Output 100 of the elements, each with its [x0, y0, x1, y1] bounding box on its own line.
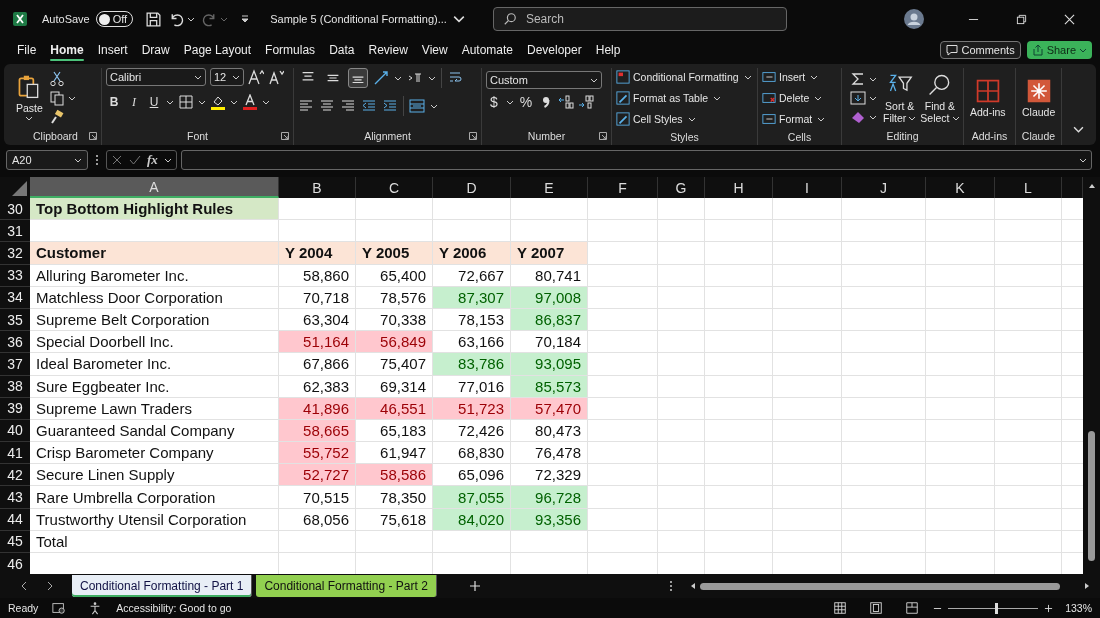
sheet-tab[interactable]: Conditional Formatting - Part 2	[256, 575, 437, 597]
styles-menu-button[interactable]: Conditional Formatting	[616, 68, 753, 86]
align-left-icon[interactable]	[298, 98, 314, 114]
caret-icon[interactable]	[506, 98, 514, 106]
column-header[interactable]: I	[773, 177, 842, 198]
font-size-dropdown[interactable]: 12	[210, 68, 244, 86]
styles-menu-button[interactable]: Cell Styles	[616, 110, 753, 128]
caret-icon[interactable]	[452, 13, 465, 25]
insert-function-button[interactable]: fx	[147, 152, 158, 168]
customize-toolbar-icon[interactable]	[240, 14, 251, 24]
scrollbar-thumb[interactable]	[700, 582, 1060, 590]
font-color-icon[interactable]	[242, 94, 258, 110]
enter-icon[interactable]	[129, 154, 141, 166]
claude-button[interactable]: Claude	[1020, 77, 1058, 118]
row-header[interactable]: 41	[0, 442, 30, 465]
sort-filter-button[interactable]: Sort & Filter	[881, 71, 919, 124]
row-header[interactable]: 32	[0, 242, 30, 265]
font-style-button[interactable]: U	[146, 95, 162, 109]
row-header[interactable]: 43	[0, 486, 30, 509]
caret-icon[interactable]	[166, 98, 174, 106]
fill-icon[interactable]	[850, 89, 866, 106]
save-icon[interactable]	[145, 10, 163, 28]
zoom-in-icon[interactable]	[1044, 603, 1054, 613]
font-style-button[interactable]: B	[106, 95, 122, 109]
row-header[interactable]: 35	[0, 308, 30, 332]
ribbon-tab[interactable]: Page Layout	[176, 39, 259, 61]
row-header[interactable]: 30	[0, 198, 30, 221]
cells-menu-button[interactable]: Insert	[762, 68, 837, 86]
font-name-dropdown[interactable]: Calibri	[106, 68, 206, 86]
collapse-ribbon-icon[interactable]	[1073, 124, 1084, 135]
expand-icon[interactable]	[1079, 156, 1087, 164]
cells-menu-button[interactable]: Delete	[762, 89, 837, 107]
caret-icon[interactable]	[198, 98, 206, 106]
dialog-launcher-icon[interactable]	[599, 132, 607, 140]
scroll-right-icon[interactable]	[1084, 582, 1090, 590]
caret-icon[interactable]	[430, 102, 438, 110]
currency-button[interactable]: $	[486, 94, 502, 110]
decrease-font-icon[interactable]	[268, 69, 284, 85]
zoom-level[interactable]: 133%	[1065, 602, 1092, 614]
avatar-icon[interactable]	[904, 9, 924, 29]
document-title[interactable]: Sample 5 (Conditional Formatting)...	[270, 13, 447, 25]
borders-icon[interactable]	[178, 94, 194, 110]
search-field[interactable]: Search	[492, 7, 787, 31]
format-painter-icon[interactable]	[48, 108, 65, 125]
caret-icon[interactable]	[230, 98, 238, 106]
caret-icon[interactable]	[163, 156, 172, 164]
ribbon-tab[interactable]: View	[414, 39, 455, 61]
column-header[interactable]: F	[588, 177, 658, 198]
vertical-scrollbar[interactable]	[1083, 177, 1100, 574]
share-button[interactable]: Share	[1026, 41, 1092, 59]
ribbon-tab[interactable]: Help	[588, 39, 628, 61]
decrease-indent-icon[interactable]	[361, 98, 377, 114]
find-select-button[interactable]: Find & Select	[918, 71, 962, 124]
row-header[interactable]: 45	[0, 530, 30, 553]
column-header[interactable]: D	[433, 177, 511, 198]
add-ins-button[interactable]: Add-ins	[968, 77, 1008, 118]
scroll-up-icon[interactable]	[1087, 183, 1096, 189]
column-header[interactable]: E	[511, 177, 588, 198]
row-header[interactable]: 31	[0, 220, 30, 243]
caret-icon[interactable]	[187, 15, 196, 23]
row-header[interactable]: 38	[0, 375, 30, 398]
row-header[interactable]: 33	[0, 264, 30, 287]
font-style-button[interactable]: I	[126, 94, 142, 110]
name-box[interactable]: A20	[6, 150, 88, 170]
merge-cells-icon[interactable]	[409, 98, 425, 114]
cancel-icon[interactable]	[111, 154, 123, 166]
macro-recorder-icon[interactable]	[52, 601, 67, 615]
ribbon-tab[interactable]: Developer	[520, 39, 589, 61]
orientation-icon[interactable]	[373, 70, 389, 86]
increase-indent-icon[interactable]	[382, 98, 398, 114]
column-header[interactable]: K	[926, 177, 995, 198]
row-header[interactable]: 42	[0, 464, 30, 487]
align-center-icon[interactable]	[319, 98, 335, 114]
dialog-launcher-icon[interactable]	[469, 132, 477, 140]
formula-input[interactable]	[180, 150, 1092, 170]
fill-color-icon[interactable]	[210, 94, 226, 110]
column-header[interactable]: A	[30, 177, 279, 198]
next-sheet-icon[interactable]	[46, 581, 54, 591]
column-header[interactable]: J	[842, 177, 926, 198]
scrollbar-thumb[interactable]	[1088, 431, 1095, 561]
row-header[interactable]: 34	[0, 286, 30, 309]
column-header[interactable]: G	[658, 177, 705, 198]
more-icon[interactable]	[95, 154, 99, 166]
normal-view-icon[interactable]	[833, 601, 848, 615]
number-format-dropdown[interactable]: Custom	[486, 71, 602, 89]
column-header[interactable]: L	[995, 177, 1062, 198]
increase-decimal-icon[interactable]	[558, 94, 574, 110]
ribbon-tab[interactable]: Data	[322, 39, 362, 61]
row-header[interactable]: 39	[0, 397, 30, 420]
decrease-decimal-icon[interactable]	[578, 94, 594, 110]
ribbon-tab[interactable]: Formulas	[258, 39, 323, 61]
page-break-view-icon[interactable]	[905, 601, 920, 615]
scroll-left-icon[interactable]	[690, 582, 696, 590]
align-right-icon[interactable]	[340, 98, 356, 114]
row-header[interactable]: 37	[0, 353, 30, 376]
cells-menu-button[interactable]: Format	[762, 110, 837, 128]
more-icon[interactable]	[669, 580, 673, 592]
previous-sheet-icon[interactable]	[20, 581, 28, 591]
copy-icon[interactable]	[48, 89, 65, 106]
cut-icon[interactable]	[48, 70, 65, 87]
